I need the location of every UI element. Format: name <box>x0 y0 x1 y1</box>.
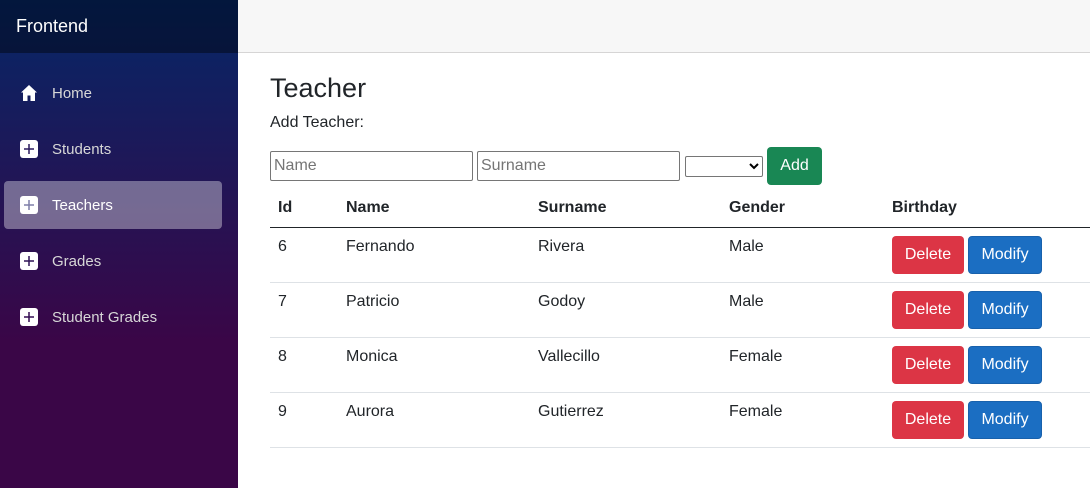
home-icon <box>20 84 38 102</box>
cell-id: 8 <box>270 337 338 393</box>
cell-surname: Gutierrez <box>530 392 721 448</box>
cell-id: 9 <box>270 392 338 448</box>
name-input[interactable] <box>270 151 473 181</box>
top-row <box>238 0 1090 53</box>
table-row: 8 Monica Vallecillo Female Delete Modify <box>270 337 1090 393</box>
add-button[interactable]: Add <box>767 147 822 185</box>
sidebar-item-teachers[interactable]: Teachers <box>4 181 222 229</box>
brand-bar: Frontend <box>0 0 238 53</box>
cell-gender: Female <box>721 392 884 448</box>
modify-button[interactable]: Modify <box>968 290 1042 329</box>
delete-button[interactable]: Delete <box>892 235 964 274</box>
cell-surname: Godoy <box>530 282 721 338</box>
sidebar-nav: Home Students Teachers Grades Student Gr… <box>0 53 238 341</box>
page-title: Teacher <box>270 73 367 103</box>
table-row: 9 Aurora Gutierrez Female Delete Modify <box>270 392 1090 448</box>
cell-id: 7 <box>270 282 338 338</box>
modify-button[interactable]: Modify <box>968 345 1042 384</box>
cell-surname: Vallecillo <box>530 337 721 393</box>
surname-input[interactable] <box>477 151 680 181</box>
sidebar-item-label: Student Grades <box>52 308 158 326</box>
sidebar-item-label: Teachers <box>52 196 113 214</box>
teachers-table: Id Name Surname Gender Birthday 6 Fernan… <box>270 189 1090 448</box>
cell-surname: Rivera <box>530 227 721 283</box>
delete-button[interactable]: Delete <box>892 400 964 439</box>
sidebar-item-student-grades[interactable]: Student Grades <box>4 293 222 341</box>
add-teacher-label: Add Teacher: <box>270 114 364 131</box>
cell-actions: Delete Modify <box>884 392 1090 448</box>
cell-name: Aurora <box>338 392 530 448</box>
cell-actions: Delete Modify <box>884 227 1090 283</box>
header-id: Id <box>270 189 338 228</box>
header-surname: Surname <box>530 189 721 228</box>
add-teacher-form: Add <box>270 147 1090 185</box>
header-gender: Gender <box>721 189 884 228</box>
cell-name: Patricio <box>338 282 530 338</box>
cell-actions: Delete Modify <box>884 282 1090 338</box>
delete-button[interactable]: Delete <box>892 345 964 384</box>
cell-name: Fernando <box>338 227 530 283</box>
table-row: 6 Fernando Rivera Male Delete Modify <box>270 227 1090 283</box>
header-birthday: Birthday <box>884 189 1090 228</box>
delete-button[interactable]: Delete <box>892 290 964 329</box>
plus-icon <box>20 196 38 214</box>
sidebar: Frontend Home Students Teachers Grades S… <box>0 0 238 488</box>
table-row: 7 Patricio Godoy Male Delete Modify <box>270 282 1090 338</box>
plus-icon <box>20 140 38 158</box>
sidebar-item-students[interactable]: Students <box>4 125 222 173</box>
brand-link[interactable]: Frontend <box>16 16 88 37</box>
plus-icon <box>20 308 38 326</box>
cell-actions: Delete Modify <box>884 337 1090 393</box>
sidebar-item-grades[interactable]: Grades <box>4 237 222 285</box>
modify-button[interactable]: Modify <box>968 400 1042 439</box>
table-header-row: Id Name Surname Gender Birthday <box>270 189 1090 228</box>
main-content: Teacher Add Teacher: Add Id Name Surname… <box>270 53 1090 448</box>
sidebar-item-home[interactable]: Home <box>4 69 222 117</box>
cell-name: Monica <box>338 337 530 393</box>
plus-icon <box>20 252 38 270</box>
sidebar-item-label: Grades <box>52 252 102 270</box>
gender-select[interactable] <box>685 155 763 177</box>
cell-gender: Female <box>721 337 884 393</box>
cell-gender: Male <box>721 282 884 338</box>
sidebar-item-label: Home <box>52 84 93 102</box>
sidebar-item-label: Students <box>52 140 112 158</box>
cell-gender: Male <box>721 227 884 283</box>
cell-id: 6 <box>270 227 338 283</box>
header-name: Name <box>338 189 530 228</box>
modify-button[interactable]: Modify <box>968 235 1042 274</box>
